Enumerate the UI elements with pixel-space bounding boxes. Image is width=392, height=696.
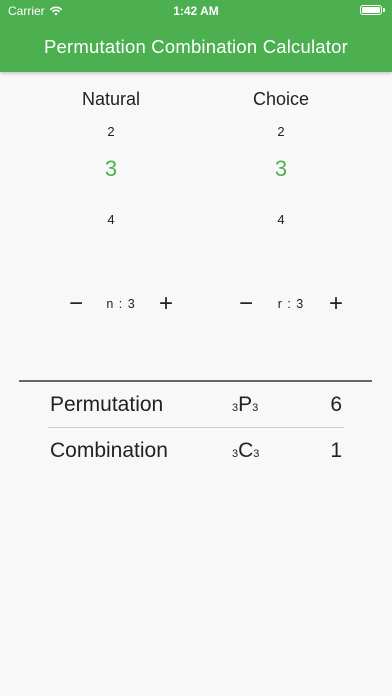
combination-r-subscript: 3 [253,448,260,460]
permutation-r-subscript: 3 [252,402,259,414]
permutation-row: Permutation 3P3 6 [48,383,344,428]
n-decrement-button[interactable]: − [66,292,86,316]
r-stepper: − r : 3 + [236,292,346,316]
n-stepper: − n : 3 + [66,292,176,316]
natural-picker[interactable]: 2 3 4 [31,120,191,248]
choice-picker[interactable]: 2 3 4 [201,120,361,248]
choice-picker-option-prev[interactable]: 2 [201,124,361,139]
combination-symbol: C [238,439,254,462]
app-title: Permutation Combination Calculator [44,36,348,57]
minus-icon: − [238,290,253,317]
results-divider [19,380,372,382]
permutation-notation: 3P3 [232,393,258,417]
r-decrement-button[interactable]: − [236,292,256,316]
choice-column: Choice 2 3 4 [201,86,361,248]
choice-picker-option-next[interactable]: 4 [201,212,361,227]
choice-title: Choice [252,89,310,109]
permutation-label: Permutation [50,393,164,416]
natural-column: Natural 2 3 4 [31,86,191,248]
plus-icon: + [328,290,343,317]
plus-icon: + [158,290,173,317]
combination-label: Combination [50,439,168,462]
n-value-label: n : 3 [106,297,136,311]
n-increment-button[interactable]: + [156,292,176,316]
status-bar: Carrier 1:42 AM [0,0,392,22]
natural-picker-option-next[interactable]: 4 [31,212,191,227]
combination-notation: 3C3 [232,439,259,463]
combination-row: Combination 3C3 1 [48,429,344,473]
r-increment-button[interactable]: + [326,292,346,316]
permutation-symbol: P [238,393,253,416]
permutation-value: 6 [330,393,342,416]
natural-title: Natural [81,89,141,109]
battery-icon [360,5,385,15]
minus-icon: − [68,290,83,317]
natural-picker-option-selected[interactable]: 3 [31,156,191,182]
r-value-label: r : 3 [277,297,305,311]
choice-picker-option-selected[interactable]: 3 [201,156,361,182]
app-bar: Permutation Combination Calculator [0,22,392,72]
status-time: 1:42 AM [173,4,219,18]
combination-value: 1 [330,439,342,462]
natural-picker-option-prev[interactable]: 2 [31,124,191,139]
